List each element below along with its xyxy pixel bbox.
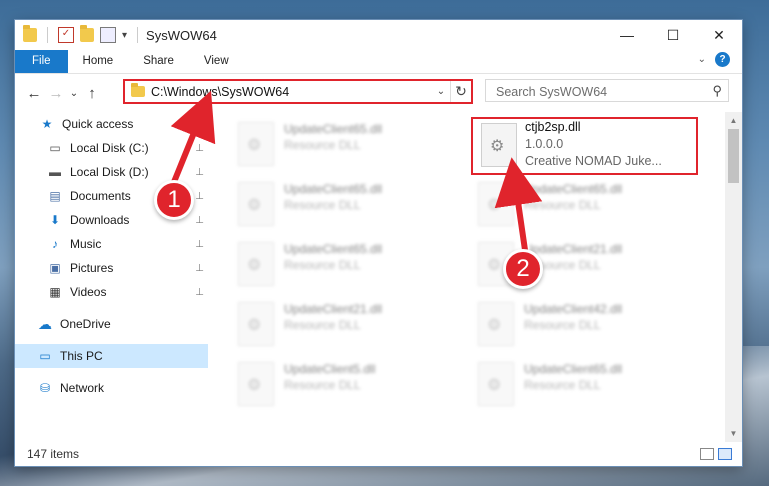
step-2-badge: 2 bbox=[503, 249, 543, 289]
step-1-badge: 1 bbox=[154, 180, 194, 220]
arrow-1 bbox=[170, 90, 216, 184]
annotation-arrows bbox=[169, 90, 543, 251]
